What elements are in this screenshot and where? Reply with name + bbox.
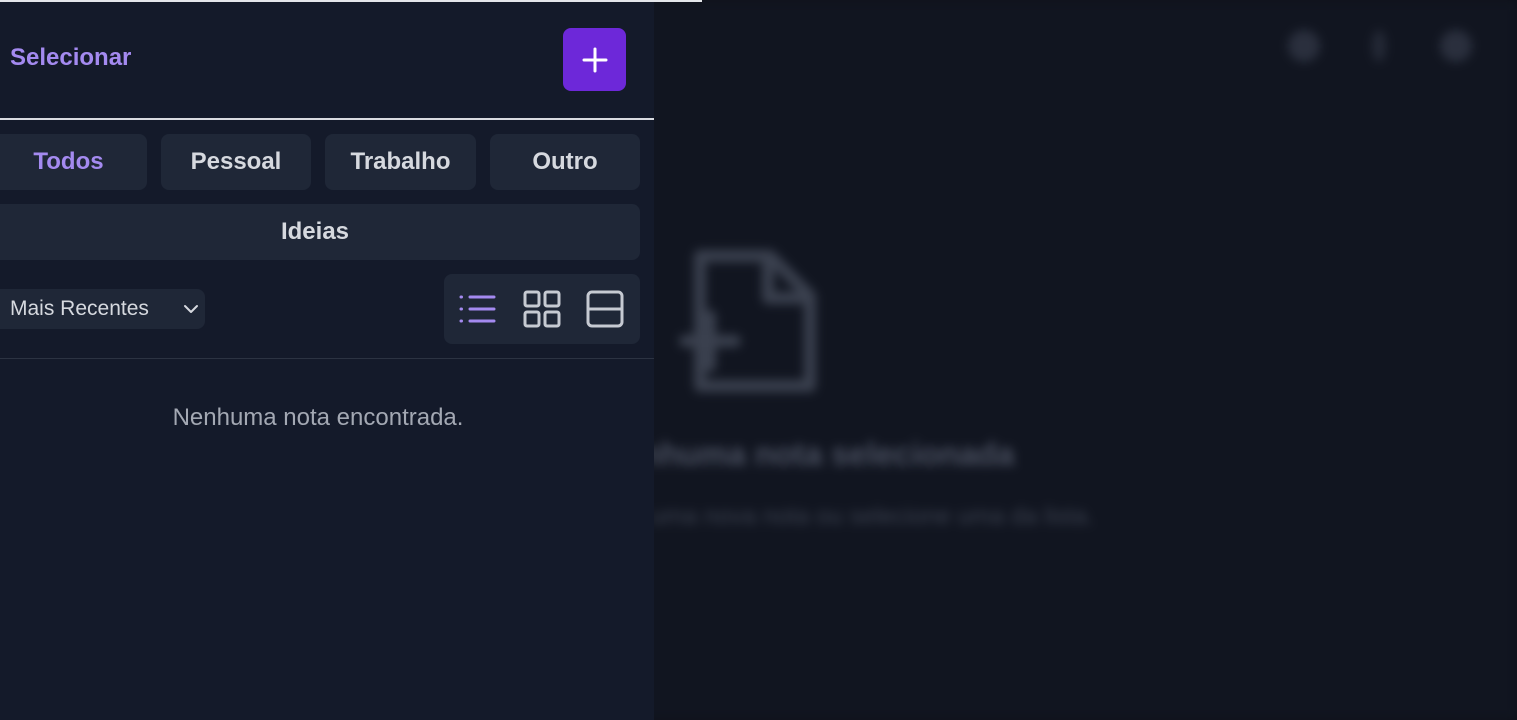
notes-sidebar: Selecionar Todos Pessoal Trabalho Outro … bbox=[0, 0, 654, 720]
split-view-icon bbox=[586, 290, 624, 328]
loading-progress-bar bbox=[0, 0, 702, 2]
view-compact-button[interactable] bbox=[585, 289, 625, 329]
list-divider bbox=[0, 358, 654, 359]
select-notes-button[interactable]: Selecionar bbox=[10, 44, 131, 72]
category-outro[interactable]: Outro bbox=[490, 134, 640, 190]
sort-selected-label: Mais Recentes bbox=[10, 297, 149, 320]
header-divider bbox=[0, 118, 654, 120]
list-icon bbox=[459, 295, 496, 323]
empty-state-subtitle: Crie uma nova nota ou selecione uma da l… bbox=[600, 503, 1094, 530]
view-grid-button[interactable] bbox=[522, 289, 562, 329]
category-ideias[interactable]: Ideias bbox=[0, 204, 640, 260]
search-icon[interactable] bbox=[1288, 30, 1320, 62]
category-pessoal[interactable]: Pessoal bbox=[161, 134, 311, 190]
category-trabalho[interactable]: Trabalho bbox=[325, 134, 476, 190]
document-plus-icon bbox=[679, 250, 816, 392]
category-todos[interactable]: Todos bbox=[0, 134, 147, 190]
new-note-button[interactable] bbox=[563, 28, 626, 91]
view-list-button[interactable] bbox=[458, 289, 498, 329]
sort-select[interactable]: Mais Recentes bbox=[0, 289, 205, 329]
empty-state-title: Nenhuma nota selecionada bbox=[600, 436, 1015, 472]
user-avatar-icon[interactable] bbox=[1440, 30, 1472, 62]
chevron-down-icon bbox=[184, 305, 198, 313]
grid-icon bbox=[523, 290, 561, 328]
more-options-icon[interactable] bbox=[1372, 30, 1386, 62]
empty-notes-message: Nenhuma nota encontrada. bbox=[172, 404, 464, 431]
plus-icon bbox=[582, 47, 607, 72]
view-mode-toggle bbox=[444, 274, 640, 344]
